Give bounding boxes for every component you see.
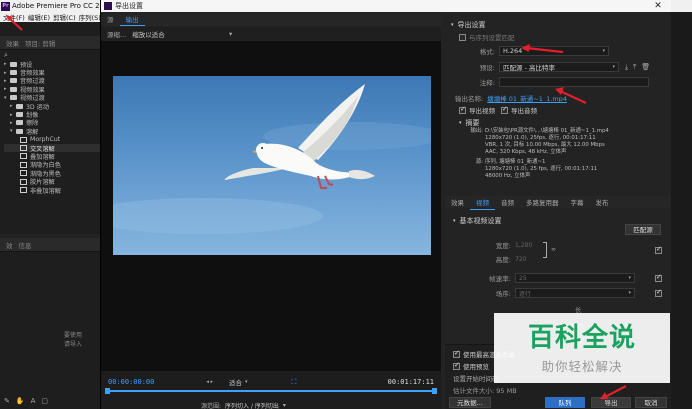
watermark-title: 百科全说: [527, 323, 636, 353]
annotation-arrow-export: [604, 385, 627, 398]
annotation-arrow-format: [525, 46, 564, 54]
watermark: 百科全说 助你轻松解决: [494, 313, 670, 383]
watermark-subtitle: 助你轻松解决: [541, 359, 623, 374]
annotation-arrow-output-name: [559, 90, 587, 104]
